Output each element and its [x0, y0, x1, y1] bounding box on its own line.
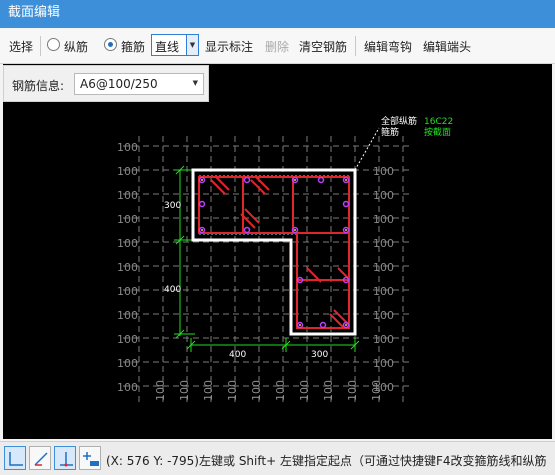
grid-label: 100: [226, 380, 239, 401]
longitudinal-radio[interactable]: [47, 38, 60, 51]
grid-labels-left: 100 100 100 100 100 100 100 100 100 100 …: [117, 141, 138, 394]
grid-label: 100: [117, 189, 138, 202]
grid-label: 100: [322, 380, 335, 401]
annotation-leader: [354, 127, 380, 171]
show-labels-button[interactable]: 显示标注: [205, 38, 253, 55]
grid-label: 100: [373, 189, 394, 202]
rebar-info-label: 钢筋信息:: [12, 79, 65, 93]
grid-label: 100: [178, 380, 191, 401]
ortho-mode-button[interactable]: [4, 446, 26, 470]
grid-label: 100: [117, 141, 138, 154]
annotation-rebar-spec: 16C22: [424, 117, 453, 127]
annotation-all-longitudinal: 全部纵筋: [381, 115, 417, 127]
grid-label: 100: [298, 380, 311, 401]
grid-label: 100: [373, 213, 394, 226]
dimension-bottom-right: 300: [311, 350, 328, 360]
grid-label: 100: [250, 380, 263, 401]
rebar-info-value: A6@100/250: [80, 77, 158, 91]
grid-labels-bottom: 100 100 100 100 100 100 100 100 100 100: [154, 380, 383, 401]
dimension-bottom-left: 400: [229, 350, 246, 360]
cursor-coordinates: (X: 576 Y: -795): [106, 454, 199, 468]
grid-label: 100: [373, 261, 394, 274]
annotation-by-section: 按截面: [424, 126, 451, 138]
edit-hook-button[interactable]: 编辑弯钩: [364, 38, 412, 55]
grid-label: 100: [117, 213, 138, 226]
toolbar: 选择 纵筋 箍筋 直线 ▼ 显示标注 删除 清空钢筋 编辑弯钩 编辑端头: [0, 29, 555, 64]
grid-label: 100: [117, 381, 138, 394]
select-button[interactable]: 选择: [9, 38, 33, 55]
grid-label: 100: [117, 165, 138, 178]
dimension-top-height: 300: [164, 201, 181, 211]
dimension-bottom-height: 400: [164, 285, 181, 295]
chevron-down-icon[interactable]: ▼: [186, 35, 198, 55]
status-bar: (X: 576 Y: -795)左键或 Shift+ 左键指定起点（可通过快捷键…: [0, 441, 555, 475]
grid-label: 100: [373, 309, 394, 322]
title-bar: 截面编辑: [0, 0, 555, 28]
toolbar-separator: [40, 36, 41, 56]
toolbar-separator: [355, 36, 356, 56]
grid-label: 100: [370, 380, 383, 401]
delete-button[interactable]: 删除: [265, 38, 289, 55]
grid-label: 100: [117, 333, 138, 346]
status-hint: 左键或 Shift+ 左键指定起点（可通过快捷键F4改变箍筋线和纵筋: [199, 454, 547, 468]
grid-label: 100: [202, 380, 215, 401]
grid-label: 100: [117, 261, 138, 274]
grid-label: 100: [117, 285, 138, 298]
section-drawing: 100 100 100 100 100 100 100 100 100 100 …: [117, 115, 453, 404]
grid-label: 100: [373, 237, 394, 250]
chevron-down-icon[interactable]: ▼: [193, 79, 198, 87]
object-snap-button[interactable]: [54, 446, 76, 470]
drawing-canvas[interactable]: 100 100 100 100 100 100 100 100 100 100 …: [3, 64, 552, 439]
grid-label: 100: [117, 309, 138, 322]
rebar-points: [198, 176, 350, 329]
stirrup-radio[interactable]: [104, 38, 117, 51]
grid-label: 100: [346, 380, 359, 401]
dynamic-input-button[interactable]: [79, 446, 101, 470]
stirrups: [198, 176, 350, 329]
grid-label: 100: [117, 357, 138, 370]
dynamic-input-icon: [83, 452, 99, 466]
grid-label: 100: [373, 333, 394, 346]
edit-end-button[interactable]: 编辑端头: [423, 38, 471, 55]
grid-label: 100: [274, 380, 287, 401]
snap-icon: [60, 452, 73, 467]
polar-snap-button[interactable]: [29, 446, 51, 470]
rebar-info-combo[interactable]: A6@100/250 ▼: [74, 73, 204, 95]
annotation-stirrup: 箍筋: [381, 126, 399, 138]
ortho-icon: [9, 452, 23, 466]
rebar-info-panel: 钢筋信息: A6@100/250 ▼: [3, 65, 209, 102]
grid-labels-right: 100 100 100 100 100 100 100 100 100 100: [373, 165, 394, 394]
line-mode-dropdown[interactable]: 直线 ▼: [151, 34, 199, 56]
grid-label: 100: [373, 165, 394, 178]
grid-label: 100: [117, 237, 138, 250]
stirrup-label[interactable]: 箍筋: [121, 38, 145, 55]
polar-icon: [34, 452, 48, 466]
grid-label: 100: [154, 380, 167, 401]
window-title: 截面编辑: [8, 5, 61, 20]
grid-label: 100: [373, 357, 394, 370]
cover-line: [198, 175, 350, 329]
longitudinal-label[interactable]: 纵筋: [64, 38, 88, 55]
clear-rebar-button[interactable]: 清空钢筋: [299, 38, 347, 55]
grid-label: 100: [373, 285, 394, 298]
line-mode-value: 直线: [155, 40, 180, 54]
status-message: (X: 576 Y: -795)左键或 Shift+ 左键指定起点（可通过快捷键…: [106, 452, 555, 469]
rebar-dots: [201, 179, 347, 326]
